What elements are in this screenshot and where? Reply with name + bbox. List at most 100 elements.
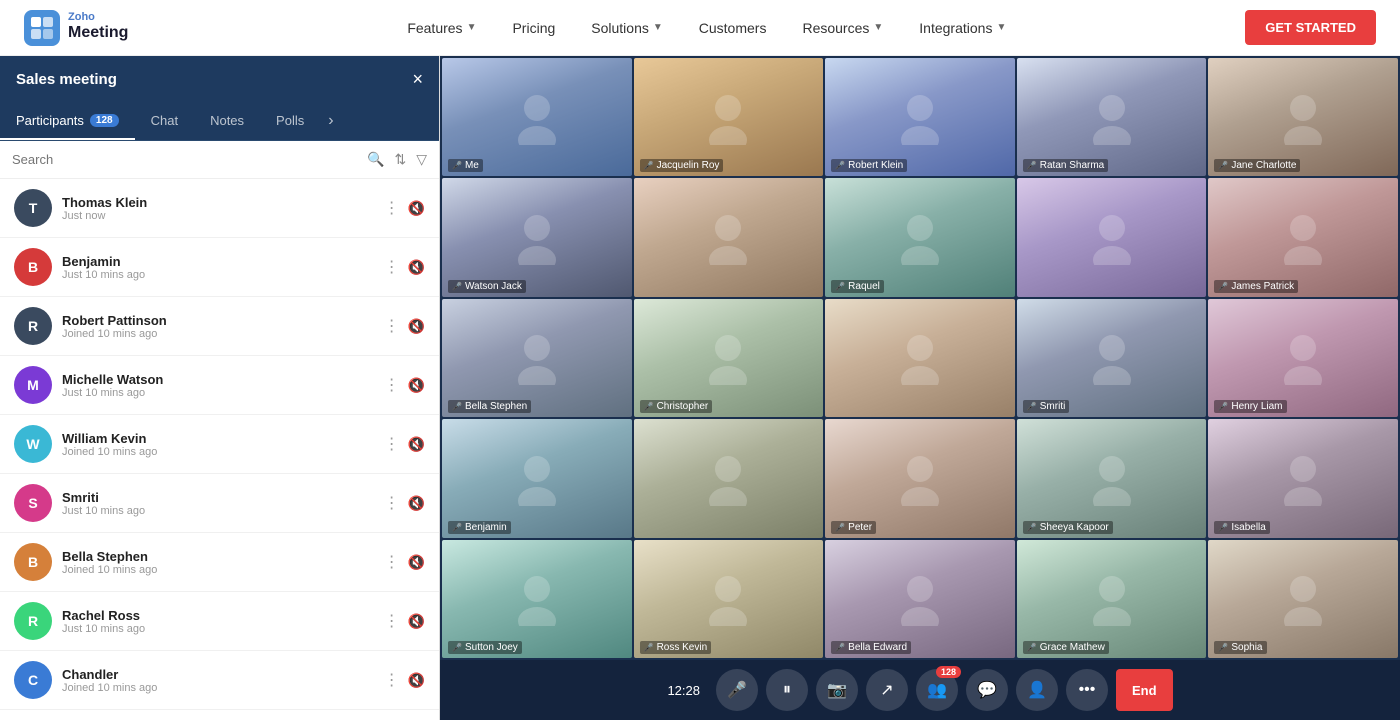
nav-customers[interactable]: Customers [683, 12, 783, 44]
logo[interactable]: Zoho Meeting [24, 10, 128, 46]
share-button[interactable]: ↗ [866, 669, 908, 711]
video-cell[interactable]: 🎤 Jane Charlotte [1208, 58, 1398, 176]
participant-time: Joined 10 mins ago [62, 564, 374, 576]
video-cell[interactable]: 🎤 Robert Klein [825, 58, 1015, 176]
nav-integrations[interactable]: Integrations ▼ [903, 12, 1022, 44]
participant-mute-button[interactable]: 🔇 [408, 259, 425, 276]
video-cell[interactable]: 🎤 James Patrick [1208, 178, 1398, 296]
list-item: S Smriti Just 10 mins ago ⋮ 🔇 [0, 474, 439, 533]
video-cell[interactable] [634, 419, 824, 537]
participant-time: Joined 10 mins ago [62, 682, 374, 694]
mic-button[interactable]: 🎤 [716, 669, 758, 711]
end-call-button[interactable]: End [1116, 669, 1173, 711]
participant-more-button[interactable]: ⋮ [384, 670, 400, 690]
tab-more-button[interactable]: › [320, 102, 341, 140]
video-cell[interactable]: 🎤 Ratan Sharma [1017, 58, 1207, 176]
participant-more-button[interactable]: ⋮ [384, 316, 400, 336]
video-cell[interactable] [1017, 178, 1207, 296]
participant-info: Chandler Joined 10 mins ago [62, 667, 374, 694]
video-cell[interactable]: 🎤 Sophia [1208, 540, 1398, 658]
nav-pricing[interactable]: Pricing [496, 12, 571, 44]
participant-actions: ⋮ 🔇 [384, 257, 425, 277]
panel-tabs: Participants 128 Chat Notes Polls › [0, 102, 439, 141]
video-cell[interactable]: 🎤 Raquel [825, 178, 1015, 296]
avatar: T [14, 189, 52, 227]
participant-actions: ⋮ 🔇 [384, 493, 425, 513]
nav-solutions[interactable]: Solutions ▼ [575, 12, 679, 44]
participant-mute-button[interactable]: 🔇 [408, 318, 425, 335]
tab-polls[interactable]: Polls [260, 103, 320, 140]
video-cell[interactable]: 🎤 Smriti [1017, 299, 1207, 417]
time-display: 12:28 [667, 683, 700, 698]
avatar: B [14, 543, 52, 581]
avatar: W [14, 425, 52, 463]
video-cell[interactable]: 🎤 Benjamin [442, 419, 632, 537]
nav-resources[interactable]: Resources ▼ [786, 12, 899, 44]
pause-button[interactable]: ⏸ [766, 669, 808, 711]
video-cell[interactable]: 🎤 Bella Edward [825, 540, 1015, 658]
participant-more-button[interactable]: ⋮ [384, 611, 400, 631]
video-participant-label: 🎤 Ross Kevin [640, 641, 712, 654]
video-cell[interactable]: 🎤 Grace Mathew [1017, 540, 1207, 658]
video-participant-label: 🎤 Me [448, 159, 483, 172]
search-icons: 🔍 ⇅ ▽ [367, 151, 427, 168]
add-participant-button[interactable]: 👤 [1016, 669, 1058, 711]
participant-mute-button[interactable]: 🔇 [408, 672, 425, 689]
get-started-button[interactable]: GET STARTED [1245, 10, 1376, 45]
search-input[interactable] [12, 152, 359, 167]
video-participant-label: 🎤 Jacquelin Roy [640, 159, 724, 172]
participant-info: Rachel Ross Just 10 mins ago [62, 608, 374, 635]
tab-participants[interactable]: Participants 128 [0, 103, 135, 140]
video-participant-label: 🎤 Isabella [1214, 521, 1269, 534]
video-participant-label: 🎤 Benjamin [448, 521, 511, 534]
video-cell[interactable] [634, 178, 824, 296]
filter-icon[interactable]: ▽ [416, 151, 427, 168]
panel-close-button[interactable]: × [412, 70, 423, 88]
tab-notes[interactable]: Notes [194, 103, 260, 140]
video-cell[interactable]: 🎤 Henry Liam [1208, 299, 1398, 417]
participant-mute-button[interactable]: 🔇 [408, 377, 425, 394]
search-icon[interactable]: 🔍 [367, 151, 384, 168]
video-cell[interactable]: 🎤 Ross Kevin [634, 540, 824, 658]
participant-info: Robert Pattinson Joined 10 mins ago [62, 313, 374, 340]
video-cell[interactable]: 🎤 Bella Stephen [442, 299, 632, 417]
participant-more-button[interactable]: ⋮ [384, 434, 400, 454]
video-cell[interactable] [825, 299, 1015, 417]
list-item: R Rachel Ross Just 10 mins ago ⋮ 🔇 [0, 592, 439, 651]
video-participant-label: 🎤 Bella Stephen [448, 400, 531, 413]
participant-mute-button[interactable]: 🔇 [408, 436, 425, 453]
chat-button[interactable]: 💬 [966, 669, 1008, 711]
video-participant-label: 🎤 Smriti [1023, 400, 1070, 413]
video-participant-label: 🎤 Peter [831, 521, 876, 534]
participant-name: Chandler [62, 667, 374, 682]
video-cell[interactable]: 🎤 Isabella [1208, 419, 1398, 537]
participant-mute-button[interactable]: 🔇 [408, 554, 425, 571]
participant-mute-button[interactable]: 🔇 [408, 613, 425, 630]
video-cell[interactable]: 🎤 Watson Jack [442, 178, 632, 296]
avatar: S [14, 484, 52, 522]
participant-mute-button[interactable]: 🔇 [408, 200, 425, 217]
participants-button[interactable]: 👥 128 [916, 669, 958, 711]
nav-features[interactable]: Features ▼ [391, 12, 492, 44]
list-item: B Bella Stephen Joined 10 mins ago ⋮ 🔇 [0, 533, 439, 592]
participant-more-button[interactable]: ⋮ [384, 257, 400, 277]
camera-button[interactable]: 📷 [816, 669, 858, 711]
video-cell[interactable]: 🎤 Me [442, 58, 632, 176]
sort-icon[interactable]: ⇅ [394, 151, 406, 168]
participant-mute-button[interactable]: 🔇 [408, 495, 425, 512]
video-cell[interactable]: 🎤 Sheeya Kapoor [1017, 419, 1207, 537]
participant-more-button[interactable]: ⋮ [384, 375, 400, 395]
tab-chat[interactable]: Chat [135, 103, 194, 140]
participant-more-button[interactable]: ⋮ [384, 198, 400, 218]
video-cell[interactable]: 🎤 Christopher [634, 299, 824, 417]
more-options-button[interactable]: ••• [1066, 669, 1108, 711]
integrations-chevron-icon: ▼ [996, 22, 1006, 33]
participant-more-button[interactable]: ⋮ [384, 552, 400, 572]
participant-more-button[interactable]: ⋮ [384, 493, 400, 513]
video-cell[interactable]: 🎤 Jacquelin Roy [634, 58, 824, 176]
video-cell[interactable]: 🎤 Peter [825, 419, 1015, 537]
video-area: 🎤 Me 🎤 Jacquelin Roy 🎤 Robert Klein🎤 Ratan… [440, 56, 1400, 720]
features-chevron-icon: ▼ [467, 22, 477, 33]
participant-info: Thomas Klein Just now [62, 195, 374, 222]
video-cell[interactable]: 🎤 Sutton Joey [442, 540, 632, 658]
